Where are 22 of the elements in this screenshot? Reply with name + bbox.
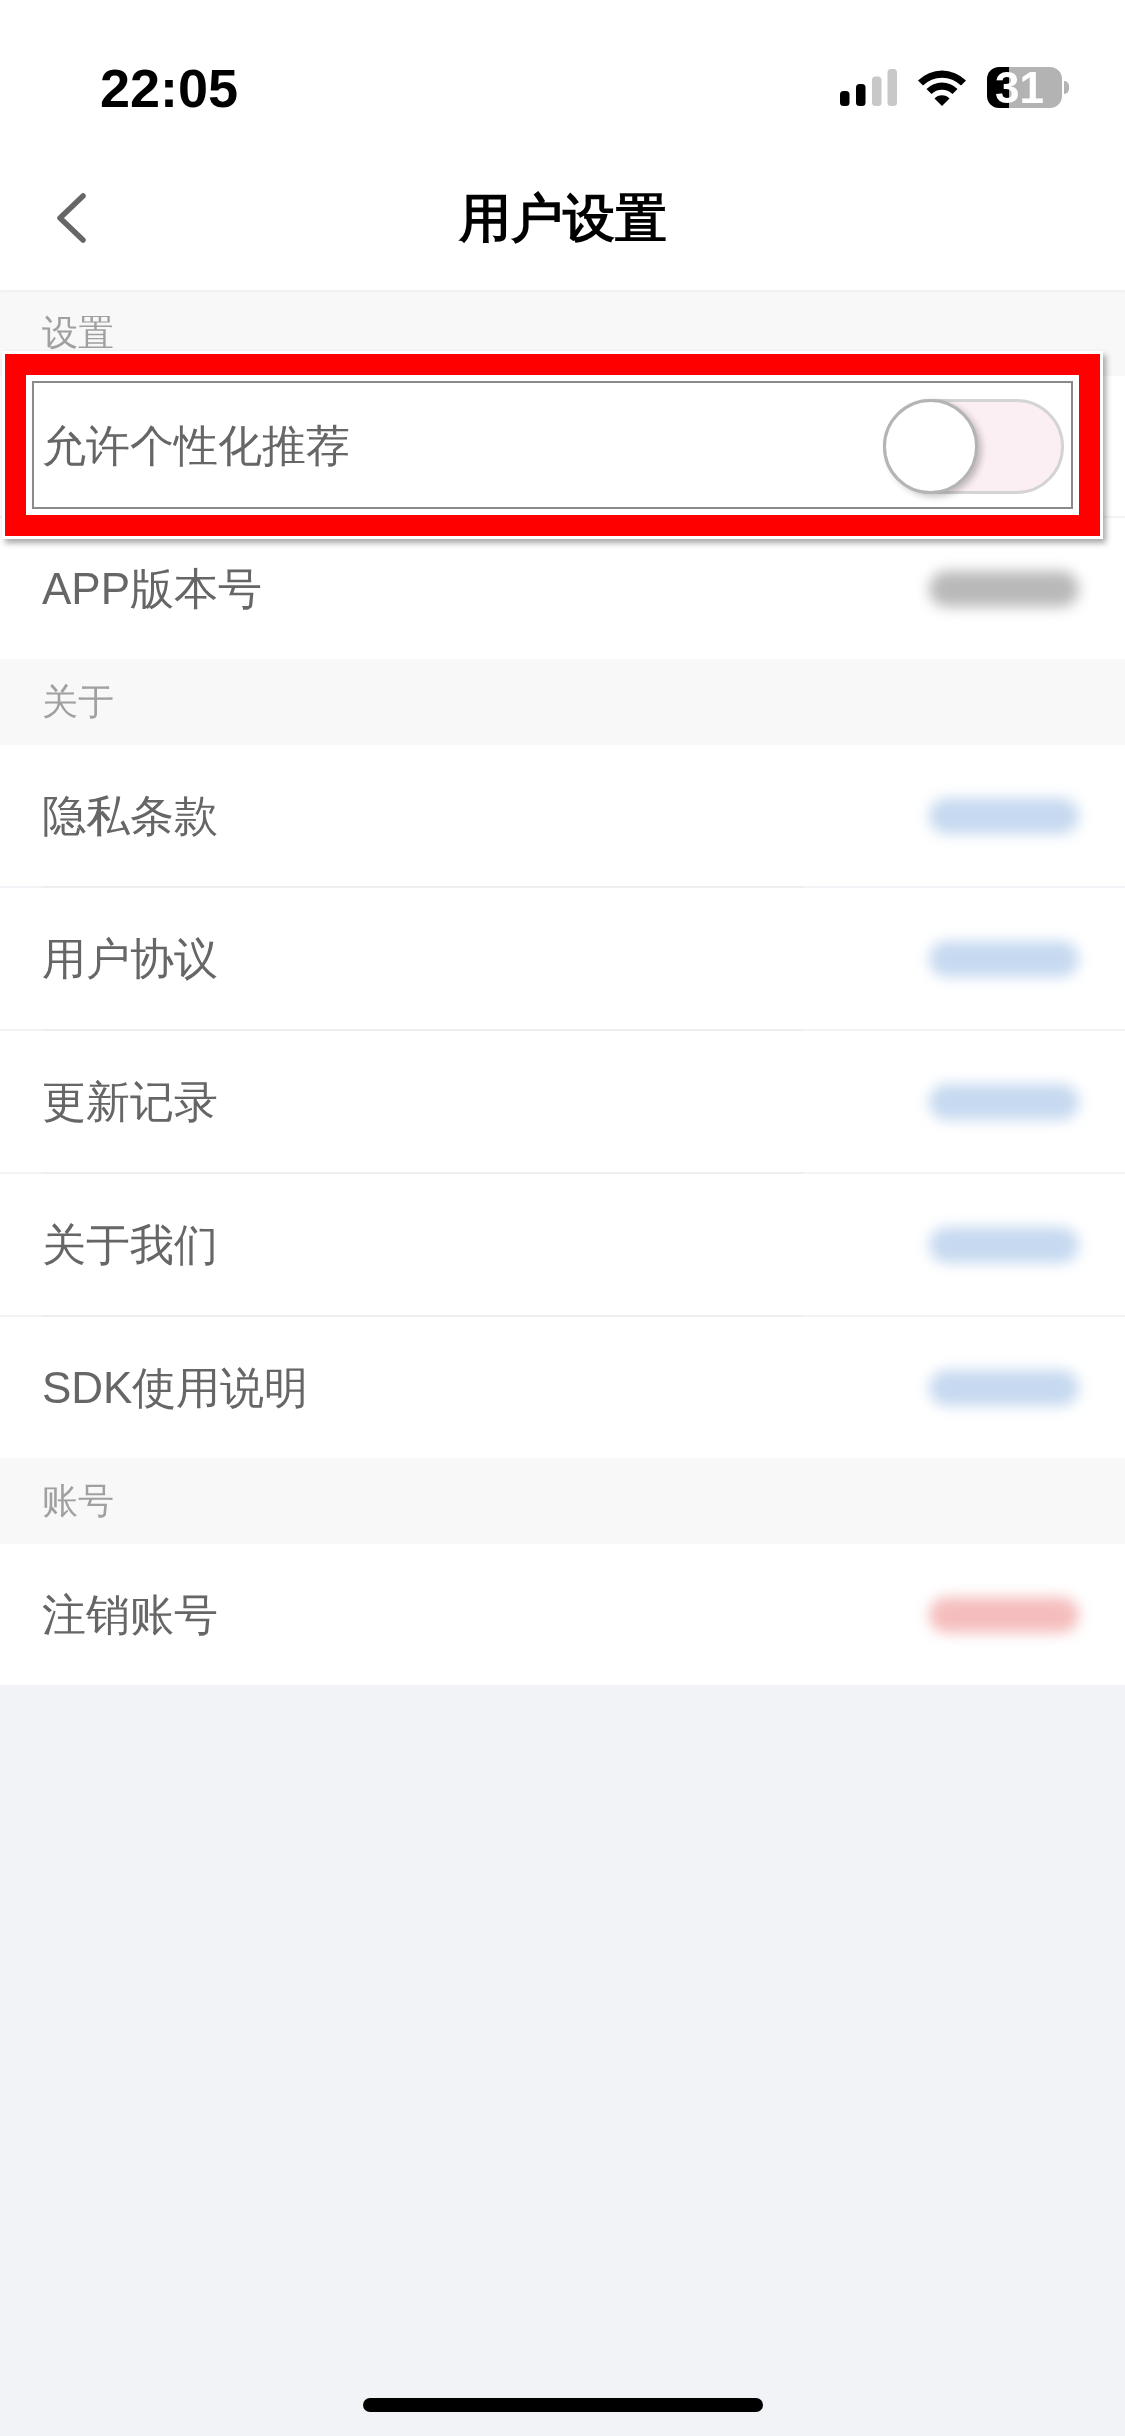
row-label: 用户协议 [42, 932, 219, 985]
signal-icon [840, 69, 897, 106]
row-label: 关于我们 [42, 1218, 219, 1271]
wifi-icon [917, 69, 967, 106]
settings-row[interactable]: 注销账号 [0, 1544, 1125, 1685]
settings-row[interactable]: 用户协议 [0, 888, 1125, 1029]
page-title: 用户设置 [458, 187, 667, 249]
row-label: 允许个性化推荐 [42, 420, 351, 472]
row-label: 更新记录 [42, 1075, 219, 1128]
back-chevron-icon [54, 192, 88, 244]
row-label: APP版本号 [42, 562, 264, 615]
settings-row[interactable]: 关于我们 [0, 1174, 1125, 1315]
section-title: 关于 [42, 680, 114, 724]
settings-row[interactable]: 隐私条款 [0, 745, 1125, 886]
settings-row[interactable]: 更新记录 [0, 1031, 1125, 1172]
status-time: 22:05 [100, 60, 239, 115]
settings-row[interactable]: SDK使用说明 [0, 1317, 1125, 1458]
row-label: SDK使用说明 [42, 1361, 310, 1414]
row-label: 注销账号 [42, 1588, 219, 1641]
row-label: 隐私条款 [42, 789, 219, 842]
section-title: 账号 [42, 1479, 114, 1523]
section-title: 设置 [42, 311, 114, 355]
